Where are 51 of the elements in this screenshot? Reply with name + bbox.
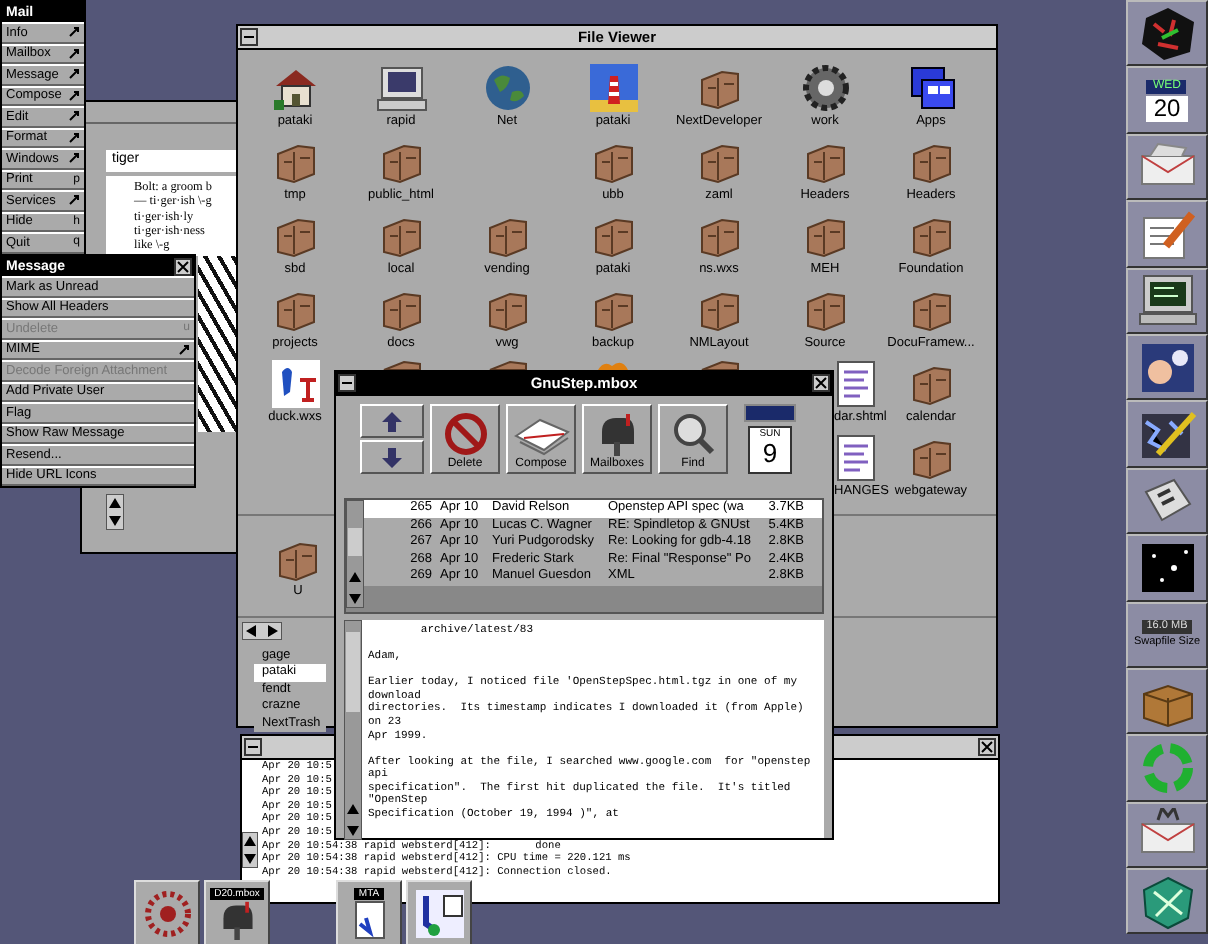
document-icon[interactable] [834,360,878,408]
scroll-arrows-icon[interactable] [242,832,258,868]
magnifier-icon [671,412,715,456]
scroll-arrows-icon[interactable] [106,494,124,530]
starfield-icon[interactable] [1137,539,1197,596]
dock-tile[interactable] [1126,0,1208,67]
miniaturize-button[interactable] [244,738,262,756]
scroll-arrows-icon[interactable] [344,620,362,840]
day-label: 20 [1145,95,1189,122]
gear-icon[interactable] [801,64,849,112]
up-arrow-icon [382,411,402,431]
apps-folder-icon[interactable] [907,64,955,112]
drawing-tool-icon [413,887,465,939]
cube-icon[interactable] [1137,873,1197,930]
dock-tile[interactable] [1126,801,1208,869]
dock-tile[interactable] [1126,734,1208,802]
dock-tile[interactable] [1126,333,1208,401]
no-sign-icon [443,412,487,456]
dock-tile[interactable] [1126,667,1208,735]
dock-tile[interactable] [1126,868,1208,935]
lighthouse-icon[interactable] [589,64,637,112]
close-button[interactable] [978,738,996,756]
miniwindow-tile[interactable] [406,880,472,944]
dock-tile[interactable] [1126,133,1208,201]
miniwindow-tile[interactable] [134,880,200,944]
dock-tile[interactable] [1126,400,1208,468]
miniaturize-button[interactable] [338,374,356,392]
dock-tile[interactable] [1126,467,1208,535]
computer-icon[interactable] [375,64,427,112]
close-button[interactable] [812,374,830,392]
globe-icon[interactable] [483,64,531,112]
led-display [744,404,796,422]
dock-tile[interactable] [1126,267,1208,334]
cube-logo-icon[interactable] [1137,3,1197,64]
dock-tile[interactable] [1126,534,1208,602]
dock-tile[interactable] [1126,200,1208,268]
previous-button[interactable] [360,404,424,438]
scroll-arrows-icon[interactable] [242,622,282,640]
miniaturize-button[interactable] [240,28,258,46]
scroll-arrows-icon[interactable] [346,500,364,608]
document-icon [349,899,389,939]
close-button[interactable] [174,257,192,275]
down-arrow-icon [382,447,402,467]
document-icon[interactable] [834,434,878,482]
day-label: 9 [762,440,778,466]
emblem-icon [143,889,191,937]
sparkle-picture-icon[interactable] [1137,339,1197,396]
next-button[interactable] [360,440,424,474]
house-icon[interactable] [271,64,319,112]
pencil-canvas-icon[interactable] [1137,406,1197,463]
monitor-icon[interactable] [1137,272,1197,329]
